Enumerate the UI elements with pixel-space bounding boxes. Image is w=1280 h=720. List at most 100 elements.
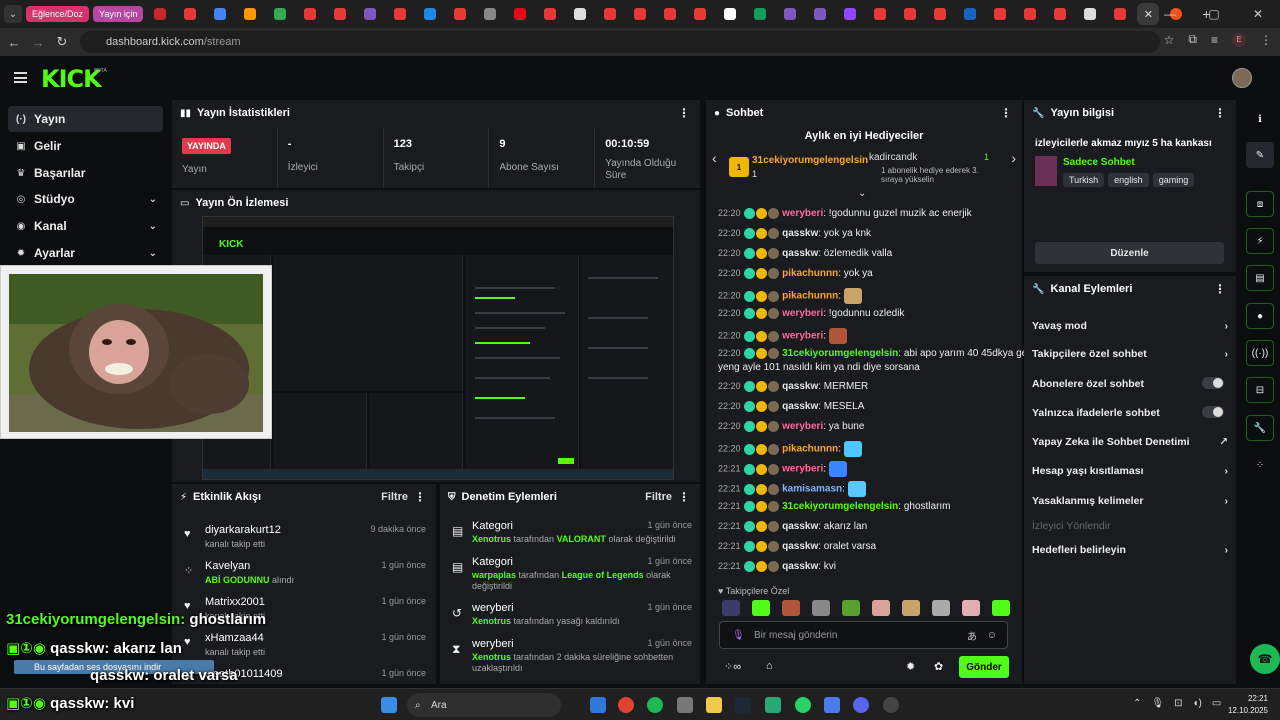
chat-username[interactable]: weryberi (782, 208, 823, 219)
chat-username[interactable]: qasskw (782, 521, 818, 532)
kebab-menu-icon[interactable]: ⋮ (1214, 282, 1226, 296)
chat-username[interactable]: weryberi (782, 421, 823, 432)
task-view-icon[interactable] (590, 697, 606, 713)
reading-list-icon[interactable]: ≡ (1211, 33, 1218, 47)
pinned-tab[interactable] (297, 3, 323, 25)
mic-icon[interactable]: 🎙 (732, 630, 745, 641)
chat-username[interactable]: 31cekiyorumgelengelsin (782, 501, 898, 512)
emote-icon[interactable] (812, 600, 830, 616)
edit-pencil-icon[interactable]: ✎ (1246, 142, 1274, 168)
app-icon[interactable] (765, 697, 781, 713)
pinned-tab[interactable] (207, 3, 233, 25)
info-icon[interactable]: ℹ (1246, 106, 1274, 132)
emote-icon[interactable] (752, 600, 770, 616)
menu-icon[interactable]: ⋮ (1260, 33, 1272, 47)
channel-action-item[interactable]: Hesap yaşı kısıtlaması › (1032, 465, 1228, 477)
steam-icon[interactable] (735, 697, 751, 713)
kebab-menu-icon[interactable]: ⋮ (678, 106, 690, 120)
pinned-tab[interactable] (477, 3, 503, 25)
obs-icon[interactable] (883, 697, 899, 713)
emote-icon[interactable] (932, 600, 950, 616)
channel-action-item[interactable]: Yavaş mod › (1032, 320, 1228, 332)
emote-icon[interactable] (842, 600, 860, 616)
kebab-menu-icon[interactable]: ⋮ (1214, 106, 1226, 120)
chat-username[interactable]: weryberi (782, 464, 823, 475)
chat-username[interactable]: qasskw (782, 381, 818, 392)
pinned-tab[interactable] (267, 3, 293, 25)
pinned-tab[interactable] (867, 3, 893, 25)
emote-icon[interactable] (962, 600, 980, 616)
bookmark-star-icon[interactable]: ☆ (1164, 33, 1175, 47)
points-icon[interactable]: ⁘∞ (724, 660, 741, 673)
pinned-tab[interactable] (177, 3, 203, 25)
pinned-tab[interactable] (237, 3, 263, 25)
chevron-left-icon[interactable]: ‹ (712, 150, 717, 166)
emote-icon[interactable] (992, 600, 1010, 616)
reload-icon[interactable]: ↻ (50, 34, 74, 50)
pinned-tab[interactable] (747, 3, 773, 25)
user-avatar[interactable] (1232, 68, 1252, 88)
chat-username[interactable]: qasskw (782, 541, 818, 552)
lightning-icon[interactable]: ⚡ (1246, 228, 1274, 254)
pinned-tab[interactable] (987, 3, 1013, 25)
chat-username[interactable]: pikachunnn (782, 291, 838, 302)
sidebar-item-basarilar[interactable]: ♛ Başarılar (8, 160, 163, 186)
pinned-tab[interactable] (807, 3, 833, 25)
channel-action-item[interactable]: Hedefleri belirleyin › (1032, 544, 1228, 556)
emote-icon[interactable] (872, 600, 890, 616)
chat-icon[interactable]: ● (1246, 303, 1274, 329)
spotify-icon[interactable] (647, 697, 663, 713)
chevron-right-icon[interactable]: › (1011, 150, 1016, 166)
toggle-switch[interactable] (1202, 406, 1224, 418)
kick-logo[interactable]: KICK (41, 65, 102, 93)
pinned-tab[interactable] (627, 3, 653, 25)
broadcast-icon[interactable]: ((·)) (1246, 340, 1274, 366)
emote-picker-icon[interactable]: ✿ (934, 660, 943, 673)
chrome-icon[interactable] (618, 697, 634, 713)
pinned-tab[interactable] (537, 3, 563, 25)
discord-icon[interactable] (853, 697, 869, 713)
channel-action-item[interactable]: Yalnızca ifadelerle sohbet (1032, 406, 1228, 419)
taskbar-search[interactable]: ⌕ Ara (407, 693, 561, 717)
pinned-tab[interactable] (387, 3, 413, 25)
toggle-switch[interactable] (1202, 377, 1224, 389)
app-icon[interactable] (677, 697, 693, 713)
channel-action-item[interactable]: Abonelere özel sohbet (1032, 377, 1228, 390)
pinned-tab[interactable] (1077, 3, 1103, 25)
close-window-icon[interactable]: ✕ (1236, 0, 1280, 28)
file-explorer-icon[interactable] (706, 697, 722, 713)
filter-button[interactable]: Filtre (381, 491, 408, 503)
layout-icon[interactable]: ⊟ (1246, 377, 1274, 403)
chat-input[interactable]: 🎙 Bir mesaj gönderin あ ☺ (719, 621, 1008, 649)
battery-icon[interactable]: ▭ (1212, 698, 1221, 709)
emote-icon[interactable] (902, 600, 920, 616)
pinned-tab[interactable] (507, 3, 533, 25)
kebab-menu-icon[interactable]: ⋮ (414, 490, 426, 504)
tools-icon[interactable]: 🔧 (1246, 415, 1274, 441)
pinned-tab[interactable] (657, 3, 683, 25)
emote-icon[interactable] (782, 600, 800, 616)
pinned-tab[interactable] (927, 3, 953, 25)
pinned-tab[interactable] (777, 3, 803, 25)
pinned-tab[interactable] (1107, 3, 1133, 25)
back-icon[interactable]: ← (2, 35, 26, 50)
chat-username[interactable]: pikachunnn (782, 444, 838, 455)
filter-button[interactable]: Filtre (645, 491, 672, 503)
channel-action-item[interactable]: Takipçilere özel sohbet › (1032, 348, 1228, 360)
chat-username[interactable]: weryberi (782, 308, 823, 319)
chat-username[interactable]: qasskw (782, 228, 818, 239)
sidebar-item-yayin[interactable]: (·) Yayın (8, 106, 163, 132)
sidebar-item-studyo[interactable]: ◎ Stüdyo ⌄ (8, 186, 163, 212)
pinned-tab[interactable] (687, 3, 713, 25)
kebab-menu-icon[interactable]: ⋮ (1000, 106, 1012, 120)
points-icon[interactable]: ⁘ (1246, 452, 1274, 478)
clip-icon[interactable]: ⧈ (1246, 191, 1274, 217)
pinned-tab[interactable] (957, 3, 983, 25)
minimize-icon[interactable]: — (1148, 0, 1192, 28)
sidebar-item-kanal[interactable]: ◉ Kanal ⌄ (8, 213, 163, 239)
emote-icon[interactable] (722, 600, 740, 616)
pinned-tab[interactable] (417, 3, 443, 25)
send-button[interactable]: Gönder (959, 656, 1009, 678)
chat-username[interactable]: pikachunnn (782, 268, 838, 279)
pinned-tab[interactable] (597, 3, 623, 25)
